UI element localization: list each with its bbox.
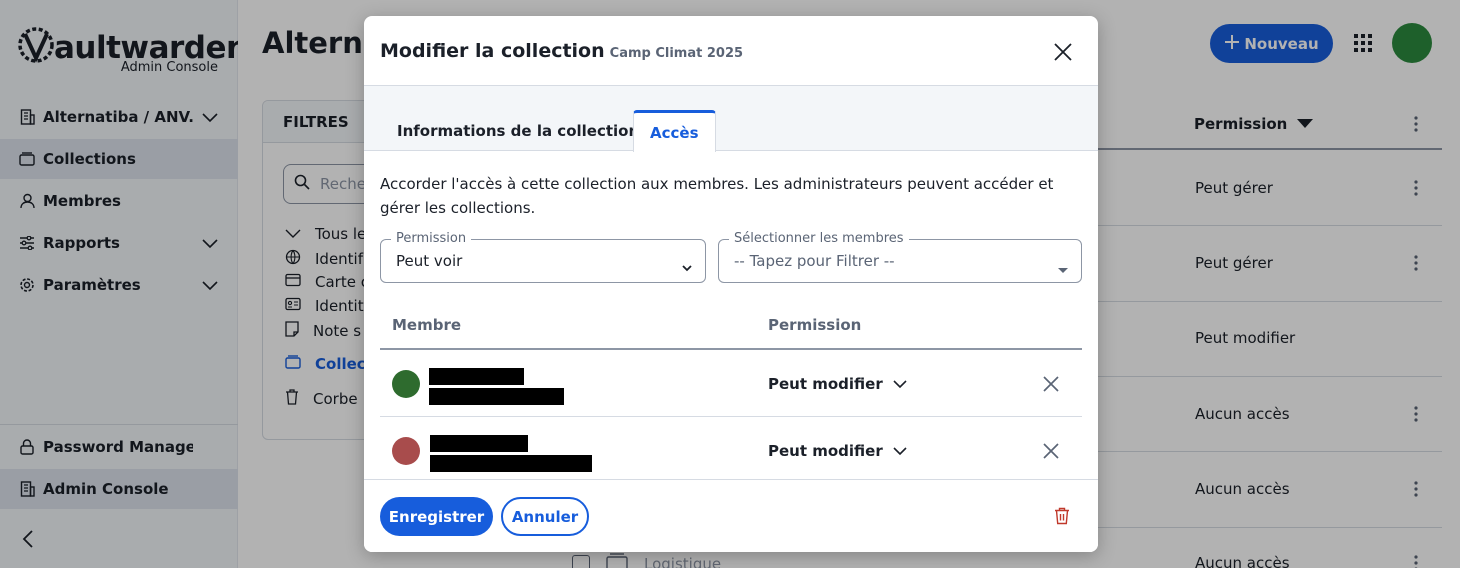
dialog-tabs: Informations de la collection Accès [364, 86, 1098, 152]
trash-icon [1054, 507, 1070, 529]
tab-collection-info[interactable]: Informations de la collection [381, 110, 655, 151]
permission-select-value: Peut voir [396, 252, 463, 270]
dialog-header: Modifier la collection Camp Climat 2025 [364, 16, 1098, 86]
chevron-down-icon [681, 257, 693, 276]
dialog-footer: Enregistrer Annuler [364, 479, 1098, 552]
save-button[interactable]: Enregistrer [380, 497, 493, 536]
table-row: Peut modifier [380, 350, 1082, 417]
delete-collection-button[interactable] [1054, 507, 1072, 527]
member-permission-dropdown[interactable]: Peut modifier [768, 442, 907, 460]
members-table-header: Membre Permission [380, 301, 1082, 350]
dialog-subtitle: Camp Climat 2025 [609, 46, 744, 61]
member-permission-dropdown[interactable]: Peut modifier [768, 375, 907, 393]
member-select-placeholder: -- Tapez pour Filtrer -- [734, 252, 895, 270]
close-icon [1042, 376, 1060, 397]
avatar [392, 370, 420, 398]
permission-select-label: Permission [391, 231, 472, 246]
close-icon [1053, 43, 1073, 66]
redacted-member-email [430, 455, 592, 472]
close-icon [1042, 443, 1060, 464]
caret-down-icon [1057, 259, 1069, 278]
access-description: Accorder l'accès à cette collection aux … [380, 175, 1054, 217]
avatar [392, 437, 420, 465]
edit-collection-dialog: Modifier la collection Camp Climat 2025 I… [364, 16, 1098, 552]
redacted-member-name [430, 435, 528, 452]
redacted-member-email [429, 388, 564, 405]
tab-access[interactable]: Accès [633, 110, 716, 152]
dialog-title: Modifier la collection Camp Climat 2025 [380, 40, 744, 62]
remove-member-button[interactable] [1042, 375, 1060, 393]
redacted-member-name [429, 368, 524, 385]
column-header-permission: Permission [768, 316, 862, 334]
column-header-member: Membre [392, 316, 462, 334]
close-dialog-button[interactable] [1053, 42, 1073, 62]
chevron-down-icon [893, 375, 907, 393]
member-select-input[interactable]: Sélectionner les membres -- Tapez pour F… [718, 231, 1082, 283]
remove-member-button[interactable] [1042, 442, 1060, 460]
permission-select[interactable]: Permission Peut voir [380, 231, 706, 283]
member-select-label: Sélectionner les membres [729, 231, 909, 246]
cancel-button[interactable]: Annuler [501, 497, 589, 536]
chevron-down-icon [893, 442, 907, 460]
table-row: Peut modifier [380, 417, 1082, 484]
